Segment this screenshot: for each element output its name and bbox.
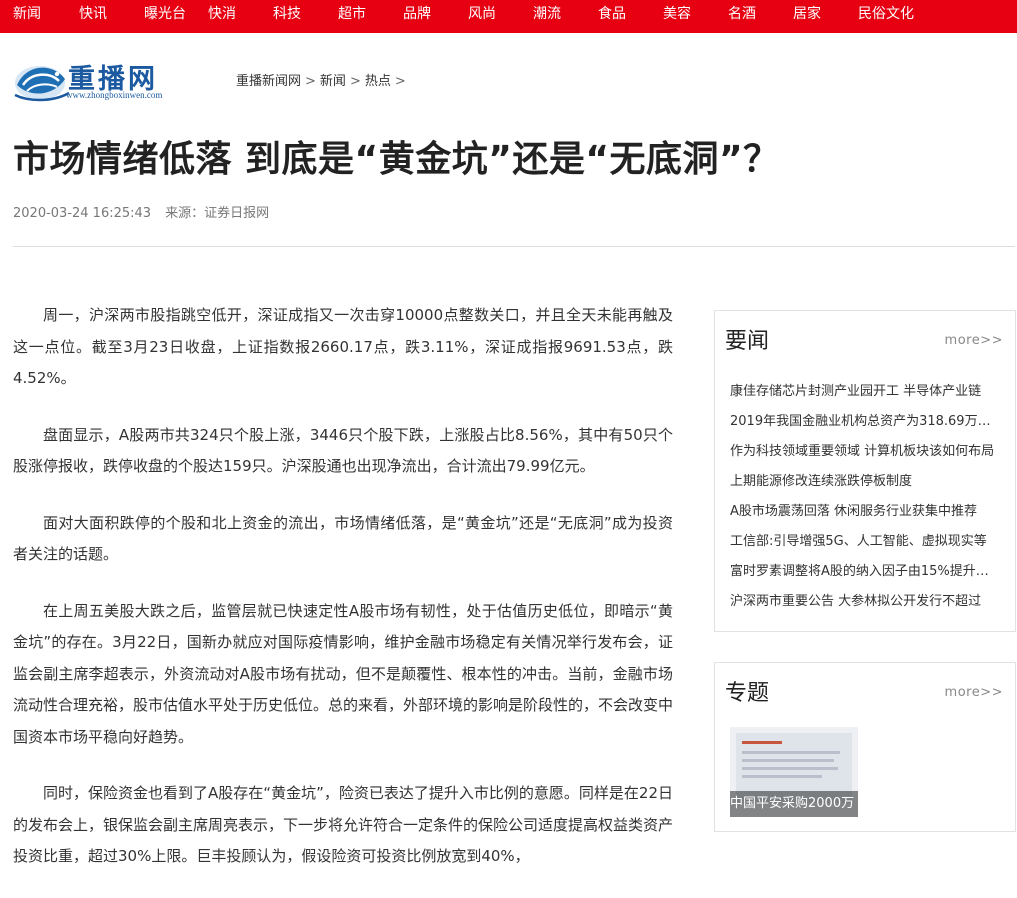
thumbnail-line bbox=[742, 759, 834, 762]
logo-url: www.zhongboxinwen.com bbox=[66, 90, 163, 100]
nav-item-fmcg[interactable]: 快消 bbox=[208, 0, 236, 33]
nav-item-fashion[interactable]: 风尚 bbox=[468, 0, 496, 33]
breadcrumb-separator: > bbox=[349, 74, 361, 89]
article-paragraph: 在上周五美股大跌之后，监管层就已快速定性A股市场有韧性，处于估值历史低位，即暗示… bbox=[13, 601, 674, 746]
headline-news-box: 要闻 more>> 康佳存储芯片封测产业园开工 半导体产业链 2019年我国金融… bbox=[714, 310, 1016, 632]
headline-news-item[interactable]: 康佳存储芯片封测产业园开工 半导体产业链 bbox=[730, 377, 1000, 407]
nav-item-exposure[interactable]: 曝光台 bbox=[144, 0, 186, 33]
article-paragraph: 同时，保险资金也看到了A股存在“黄金坑”，险资已表达了提升入市比例的意愿。同样是… bbox=[13, 784, 674, 865]
breadcrumb-hot[interactable]: 热点 bbox=[365, 74, 391, 89]
headline-news-title: 要闻 bbox=[725, 329, 770, 354]
nav-item-folk[interactable]: 民俗文化 bbox=[858, 0, 914, 33]
nav-item-beauty[interactable]: 美容 bbox=[663, 0, 691, 33]
nav-item-flash[interactable]: 快讯 bbox=[79, 0, 107, 33]
article-paragraph: 周一，沪深两市股指跳空低开，深证成指又一次击穿10000点整数关口，并且全天未能… bbox=[13, 306, 673, 387]
title-divider bbox=[13, 246, 1015, 247]
breadcrumb-separator: > bbox=[394, 74, 406, 89]
article-body: 周一，沪深两市股指跳空低开，深证成指又一次击穿10000点整数关口，并且全天未能… bbox=[13, 300, 673, 898]
article-paragraph: 盘面显示，A股两市共324只个股上涨，3446只个股下跌，上涨股占比8.56%，… bbox=[13, 425, 673, 476]
nav-item-news[interactable]: 新闻 bbox=[13, 0, 41, 33]
headline-more-link[interactable]: more>> bbox=[945, 333, 1003, 348]
article-paragraph: 面对大面积跌停的个股和北上资金的流出，市场情绪低落，是“黄金坑”还是“无底洞”成… bbox=[13, 513, 673, 564]
thumbnail-line bbox=[742, 775, 822, 778]
headline-news-item[interactable]: 2019年我国金融业机构总资产为318.69万亿元 bbox=[730, 407, 1000, 437]
nav-item-tech[interactable]: 科技 bbox=[273, 0, 301, 33]
breadcrumb-separator: > bbox=[305, 74, 316, 89]
top-navigation-bar: 新闻 快讯 曝光台 快消 科技 超市 品牌 风尚 潮流 食品 美容 名酒 居家 … bbox=[0, 0, 1017, 33]
nav-item-brand[interactable]: 品牌 bbox=[403, 0, 431, 33]
topics-box: 专题 more>> 中国平安采购2000万 bbox=[714, 662, 1016, 832]
article-title: 市场情绪低落 到底是“黄金坑”还是“无底洞”？ bbox=[13, 139, 780, 180]
article-meta: 2020-03-24 16:25:43 来源：证券日报网 bbox=[13, 202, 269, 221]
nav-item-market[interactable]: 超市 bbox=[338, 0, 366, 33]
headline-news-header: 要闻 more>> bbox=[715, 311, 1015, 361]
fish-logo-icon bbox=[14, 66, 70, 102]
article-datetime: 2020-03-24 16:25:43 bbox=[13, 206, 152, 221]
headline-news-item[interactable]: 上期能源修改连续涨跌停板制度 bbox=[730, 467, 1000, 497]
nav-item-liquor[interactable]: 名酒 bbox=[728, 0, 756, 33]
nav-item-food[interactable]: 食品 bbox=[598, 0, 626, 33]
topic-caption: 中国平安采购2000万 bbox=[730, 791, 858, 817]
topics-more-link[interactable]: more>> bbox=[945, 685, 1003, 700]
breadcrumb-news[interactable]: 新闻 bbox=[320, 74, 346, 89]
headline-news-item[interactable]: 作为科技领域重要领域 计算机板块该如何布局 bbox=[730, 437, 1000, 467]
headline-news-item[interactable]: A股市场震荡回落 休闲服务行业获集中推荐 bbox=[730, 497, 1000, 527]
thumbnail-line bbox=[742, 741, 782, 744]
headline-news-list: 康佳存储芯片封测产业园开工 半导体产业链 2019年我国金融业机构总资产为318… bbox=[715, 361, 1015, 625]
headline-news-item[interactable]: 工信部:引导增强5G、人工智能、虚拟现实等 bbox=[730, 527, 1000, 557]
nav-item-home[interactable]: 居家 bbox=[793, 0, 821, 33]
breadcrumb: 重播新闻网 > 新闻 > 热点 > bbox=[236, 70, 410, 89]
thumbnail-line bbox=[742, 751, 840, 754]
nav-item-trend[interactable]: 潮流 bbox=[533, 0, 561, 33]
breadcrumb-home[interactable]: 重播新闻网 bbox=[236, 74, 301, 89]
site-logo[interactable]: 重播网 www.zhongboxinwen.com bbox=[13, 55, 183, 103]
article-source: 来源：证券日报网 bbox=[165, 206, 270, 221]
topics-header: 专题 more>> bbox=[715, 663, 1015, 713]
headline-news-item[interactable]: 沪深两市重要公告 大参林拟公开发行不超过 bbox=[730, 587, 1000, 617]
headline-news-item[interactable]: 富时罗素调整将A股的纳入因子由15%提升至25% bbox=[730, 557, 1000, 587]
topic-card[interactable]: 中国平安采购2000万 bbox=[730, 727, 858, 817]
thumbnail-line bbox=[742, 767, 838, 770]
topics-title: 专题 bbox=[725, 681, 770, 706]
